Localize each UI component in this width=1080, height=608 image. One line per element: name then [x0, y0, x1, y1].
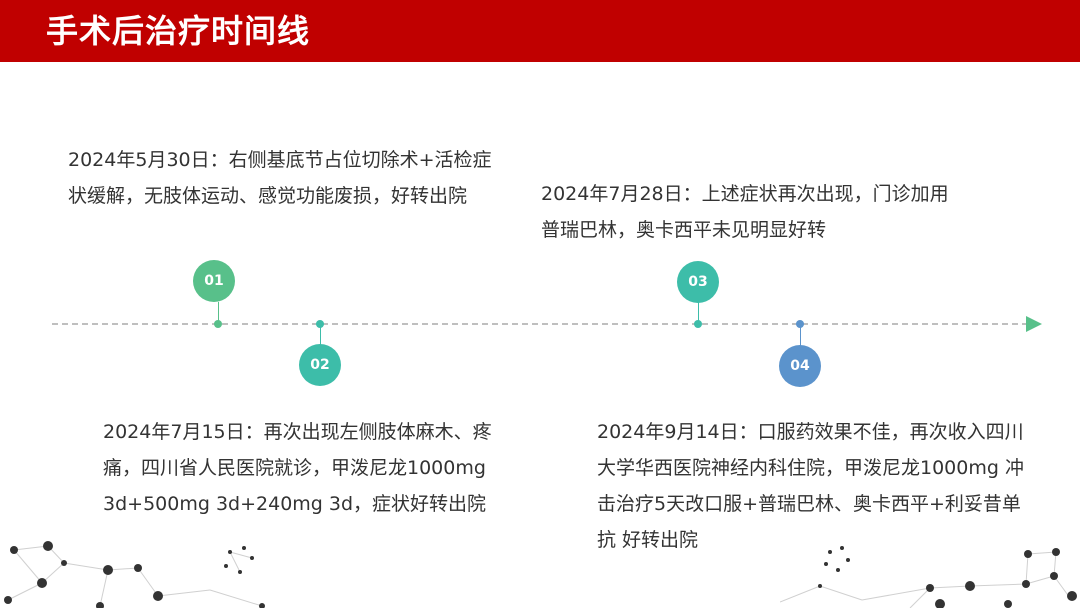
milestone-badge-1: 01	[193, 260, 235, 302]
page-title: 手术后治疗时间线	[46, 12, 311, 50]
milestone-dot-3	[694, 320, 702, 328]
milestone-badge-4: 04	[779, 345, 821, 387]
timeline-arrow-icon	[1026, 316, 1042, 332]
event-text-2: 2024年7月15日：再次出现左侧肢体麻木、疼痛，四川省人民医院就诊，甲泼尼龙1…	[103, 421, 492, 515]
timeline-line	[52, 323, 1028, 325]
milestone-badge-2: 02	[299, 344, 341, 386]
milestone-dot-4	[796, 320, 804, 328]
milestone-dot-1	[214, 320, 222, 328]
milestone-dot-2	[316, 320, 324, 328]
event-text-1: 2024年5月30日：右侧基底节占位切除术+活检症状缓解，无肢体运动、感觉功能废…	[68, 149, 492, 207]
milestone-badge-3: 03	[677, 261, 719, 303]
molecule-decoration-right-icon	[780, 546, 1077, 608]
header-bar: 手术后治疗时间线	[0, 0, 1080, 62]
molecule-decoration-left-icon	[4, 541, 265, 608]
event-text-3: 2024年7月28日：上述症状再次出现，门诊加用普瑞巴林，奥卡西平未见明显好转	[541, 183, 949, 241]
